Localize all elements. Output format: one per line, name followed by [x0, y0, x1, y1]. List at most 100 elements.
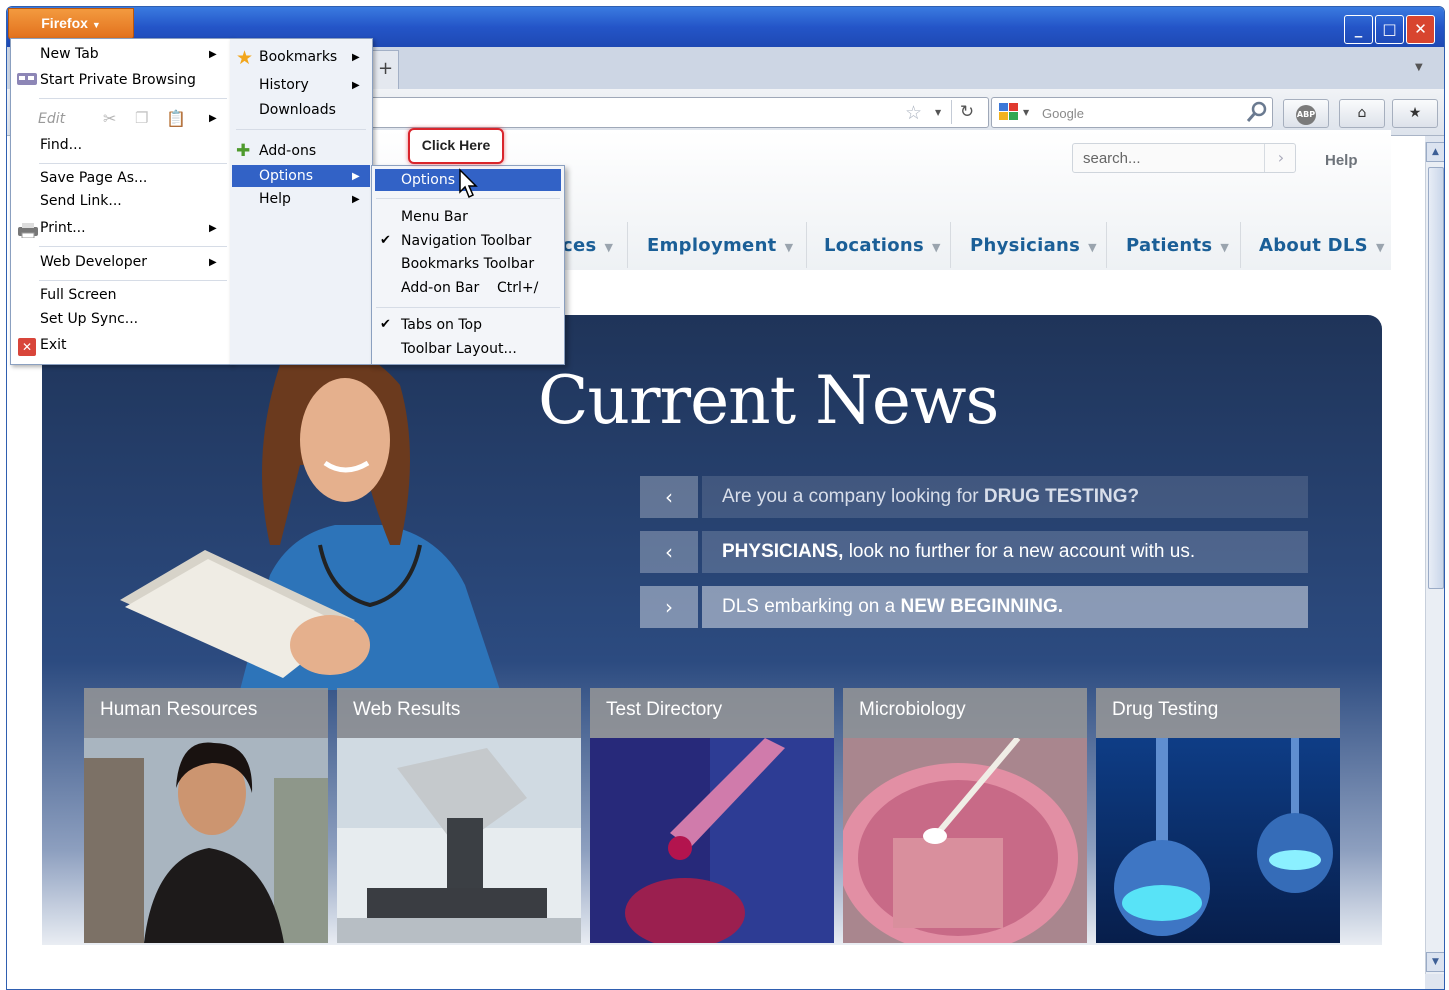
tile-title: Test Directory — [590, 688, 834, 738]
news-item[interactable]: › DLS embarking on a NEW BEGINNING. — [640, 586, 1308, 628]
news-text-bold: DRUG TESTING? — [983, 486, 1140, 507]
site-help-link[interactable]: Help — [1325, 152, 1358, 169]
adblock-button[interactable]: ABP — [1283, 99, 1329, 128]
puzzle-icon: ✚ — [236, 141, 251, 161]
scroll-thumb[interactable] — [1428, 167, 1444, 589]
submenu-arrow-icon: ▶ — [209, 223, 217, 234]
minimize-button[interactable]: _ — [1344, 15, 1373, 44]
menu-item-full-screen[interactable]: Full Screen — [40, 287, 117, 303]
chevron-down-icon: ▼ — [1220, 241, 1230, 254]
menu-item-web-developer[interactable]: Web Developer — [40, 254, 147, 270]
menu-item-navigation-toolbar[interactable]: Navigation Toolbar — [401, 233, 531, 249]
tile-web-results[interactable]: Web Results — [337, 688, 581, 943]
scroll-up-icon[interactable]: ▲ — [1426, 142, 1444, 162]
cut-icon: ✂ — [103, 109, 117, 128]
banner-title: Current News — [538, 362, 999, 439]
menu-item-menu-bar[interactable]: Menu Bar — [401, 209, 468, 225]
menu-item-downloads[interactable]: Downloads — [259, 102, 336, 118]
site-nav-item-patients[interactable]: Patients ▼ — [1126, 224, 1229, 268]
menu-item-print[interactable]: Print... — [40, 220, 86, 236]
menu-item-new-tab[interactable]: New Tab — [40, 46, 99, 62]
menu-separator — [39, 280, 227, 281]
menu-item-exit[interactable]: Exit — [40, 337, 67, 353]
chevron-right-icon[interactable]: › — [640, 586, 698, 628]
search-placeholder: Google — [1042, 106, 1084, 121]
list-all-tabs-icon[interactable]: ▼ — [1415, 62, 1423, 73]
nav-divider — [1106, 222, 1107, 268]
close-icon: ✕ — [1414, 20, 1427, 38]
site-nav-item-physicians[interactable]: Physicians ▼ — [970, 224, 1097, 268]
menu-item-send-link[interactable]: Send Link... — [40, 193, 122, 209]
menu-item-tabs-on-top[interactable]: Tabs on Top — [401, 317, 482, 333]
menu-item-history[interactable]: History — [259, 77, 309, 93]
copy-icon: ❐ — [135, 109, 149, 127]
site-search-input[interactable]: search... — [1072, 143, 1296, 173]
chevron-down-icon: ▼ — [1088, 241, 1097, 254]
site-nav-item-services[interactable]: ces ▼ — [562, 224, 613, 268]
site-nav-label: Locations — [824, 235, 925, 256]
close-window-button[interactable]: ✕ — [1406, 15, 1435, 44]
reload-icon[interactable]: ↻ — [951, 100, 982, 124]
news-item[interactable]: ‹ Are you a company looking for DRUG TES… — [640, 476, 1308, 518]
tile-title: Drug Testing — [1096, 688, 1340, 738]
site-nav-label: ces — [562, 235, 597, 256]
menu-separator — [39, 246, 227, 247]
tile-test-directory[interactable]: Test Directory — [590, 688, 834, 943]
chevron-down-icon: ▼ — [604, 241, 614, 254]
tile-human-resources[interactable]: Human Resources — [84, 688, 328, 943]
google-logo-icon[interactable] — [999, 103, 1019, 121]
menu-item-help[interactable]: Help — [259, 191, 291, 207]
chevron-left-icon[interactable]: ‹ — [640, 476, 698, 518]
menu-item-addon-bar[interactable]: Add-on Bar — [401, 280, 479, 296]
site-search-go-icon[interactable]: › — [1264, 144, 1297, 172]
menu-item-toolbar-layout[interactable]: Toolbar Layout... — [401, 341, 517, 357]
menu-item-sync[interactable]: Set Up Sync... — [40, 311, 138, 327]
bookmark-star-icon[interactable]: ☆ — [905, 102, 922, 124]
news-text: Are you a company looking for DRUG TESTI… — [702, 476, 1308, 518]
news-text: PHYSICIANS, look no further for a new ac… — [702, 531, 1308, 573]
site-nav-item-employment[interactable]: Employment ▼ — [647, 224, 793, 268]
menu-separator — [39, 163, 227, 164]
menu-item-bookmarks[interactable]: Bookmarks — [259, 49, 337, 65]
menu-item-addons[interactable]: Add-ons — [259, 143, 316, 159]
firefox-menu-button[interactable]: Firefox ▼ — [8, 8, 134, 40]
tile-drug-testing[interactable]: Drug Testing — [1096, 688, 1340, 943]
chevron-left-icon[interactable]: ‹ — [640, 531, 698, 573]
tile-image — [843, 738, 1087, 943]
nav-divider — [806, 222, 807, 268]
news-item[interactable]: ‹ PHYSICIANS, look no further for a new … — [640, 531, 1308, 573]
menu-item-private-browsing[interactable]: Start Private Browsing — [40, 72, 196, 88]
nav-divider — [950, 222, 951, 268]
tile-image — [84, 738, 328, 943]
search-engine-dropdown-icon[interactable]: ▼ — [1023, 108, 1029, 117]
minimize-icon: _ — [1354, 20, 1363, 38]
chevron-down-icon: ▼ — [91, 20, 101, 30]
url-bar[interactable] — [367, 97, 989, 128]
menu-item-save-page[interactable]: Save Page As... — [40, 170, 147, 186]
plus-icon: + — [377, 58, 394, 79]
maximize-button[interactable]: □ — [1375, 15, 1404, 44]
menu-item-options[interactable]: Options — [259, 168, 314, 184]
home-button[interactable]: ⌂ — [1339, 99, 1385, 128]
maximize-icon: □ — [1382, 20, 1397, 38]
site-nav-item-locations[interactable]: Locations ▼ — [824, 224, 941, 268]
scroll-down-icon[interactable]: ▼ — [1426, 952, 1444, 972]
search-magnifier-icon[interactable] — [1245, 100, 1269, 124]
bookmarks-menu-button[interactable]: ★ — [1392, 99, 1438, 128]
menu-item-find[interactable]: Find... — [40, 137, 82, 153]
history-dropdown-icon[interactable]: ▼ — [935, 108, 941, 117]
new-tab-button[interactable]: + — [372, 50, 399, 89]
site-nav-label: Patients — [1126, 235, 1213, 256]
firefox-app-menu-side: ★ Bookmarks ▶ History ▶ Downloads ✚ Add-… — [230, 38, 373, 365]
menu-item-edit: Edit — [38, 111, 66, 127]
tile-microbiology[interactable]: Microbiology — [843, 688, 1087, 943]
menu-separator — [39, 98, 227, 99]
menu-item-bookmarks-toolbar[interactable]: Bookmarks Toolbar — [401, 256, 534, 272]
search-bar[interactable] — [991, 97, 1273, 128]
site-nav-item-about[interactable]: About DLS ▼ — [1259, 224, 1385, 268]
nav-divider — [1240, 222, 1241, 268]
menu-item-options-dialog[interactable]: Options — [401, 172, 456, 188]
menu-item-shortcut: Ctrl+/ — [497, 280, 539, 296]
submenu-arrow-icon: ▶ — [352, 171, 360, 182]
menu-separator — [376, 307, 560, 308]
